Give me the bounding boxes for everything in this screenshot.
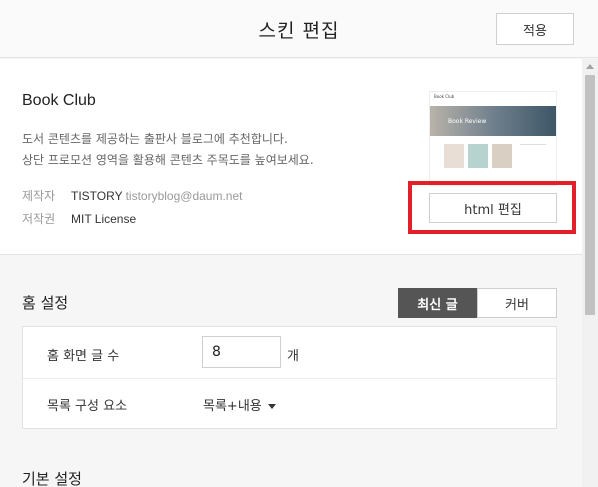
maker-name: TISTORY xyxy=(71,189,123,203)
license-label: 저작권 xyxy=(22,212,56,226)
thumbnail-card xyxy=(492,144,512,168)
license-row: 저작권 MIT License xyxy=(22,210,136,227)
tab-recent-posts[interactable]: 최신 글 xyxy=(398,288,477,318)
list-composition-label: 목록 구성 요소 xyxy=(47,399,128,414)
license-value: MIT License xyxy=(71,212,137,226)
basic-settings-title: 기본 설정 xyxy=(22,470,82,487)
row-divider xyxy=(23,378,556,379)
skin-info-card: Book Club 도서 콘텐츠를 제공하는 출판사 블로그에 추천합니다. 상… xyxy=(0,59,582,255)
skin-description-line1: 도서 콘텐츠를 제공하는 출판사 블로그에 추천합니다. xyxy=(22,132,288,146)
scroll-up-arrow-icon[interactable] xyxy=(582,59,598,73)
scrollbar-thumb[interactable] xyxy=(585,75,595,315)
post-count-input[interactable] xyxy=(202,336,281,368)
vertical-scrollbar[interactable] xyxy=(582,59,598,487)
skin-description: 도서 콘텐츠를 제공하는 출판사 블로그에 추천합니다. 상단 프로모션 영역을… xyxy=(22,129,314,171)
apply-button[interactable]: 적용 xyxy=(496,13,574,45)
thumbnail-sidebar xyxy=(520,144,546,174)
list-composition-value: 목록+내용 xyxy=(203,399,262,414)
thumbnail-site-title: Book Club xyxy=(430,92,556,106)
tab-cover[interactable]: 커버 xyxy=(477,288,557,318)
caret-down-icon xyxy=(267,404,276,409)
home-settings-box: 홈 화면 글 수 개 목록 구성 요소 목록+내용 xyxy=(22,326,557,429)
thumbnail-hero-text: Book Review xyxy=(448,118,487,125)
skin-description-line2: 상단 프로모션 영역을 활용해 콘텐츠 주목도를 높여보세요. xyxy=(22,153,314,167)
post-count-unit: 개 xyxy=(287,349,299,364)
post-count-label: 홈 화면 글 수 xyxy=(47,349,120,364)
maker-row: 제작자 TISTORY tistoryblog@daum.net xyxy=(22,187,242,204)
home-settings-title: 홈 설정 xyxy=(22,294,69,312)
settings-scroll-area: Book Club 도서 콘텐츠를 제공하는 출판사 블로그에 추천합니다. 상… xyxy=(0,59,582,487)
header-bar: 스킨 편집 적용 xyxy=(0,0,598,58)
thumbnail-hero-banner: Book Review xyxy=(430,106,556,136)
skin-name: Book Club xyxy=(22,92,96,109)
maker-email: tistoryblog@daum.net xyxy=(125,189,243,203)
skin-preview-thumbnail: Book Club Book Review xyxy=(429,91,557,186)
thumbnail-card xyxy=(444,144,464,168)
list-composition-select[interactable]: 목록+내용 xyxy=(203,395,276,414)
highlight-box xyxy=(408,181,576,234)
maker-label: 제작자 xyxy=(22,189,56,203)
thumbnail-card xyxy=(468,144,488,168)
